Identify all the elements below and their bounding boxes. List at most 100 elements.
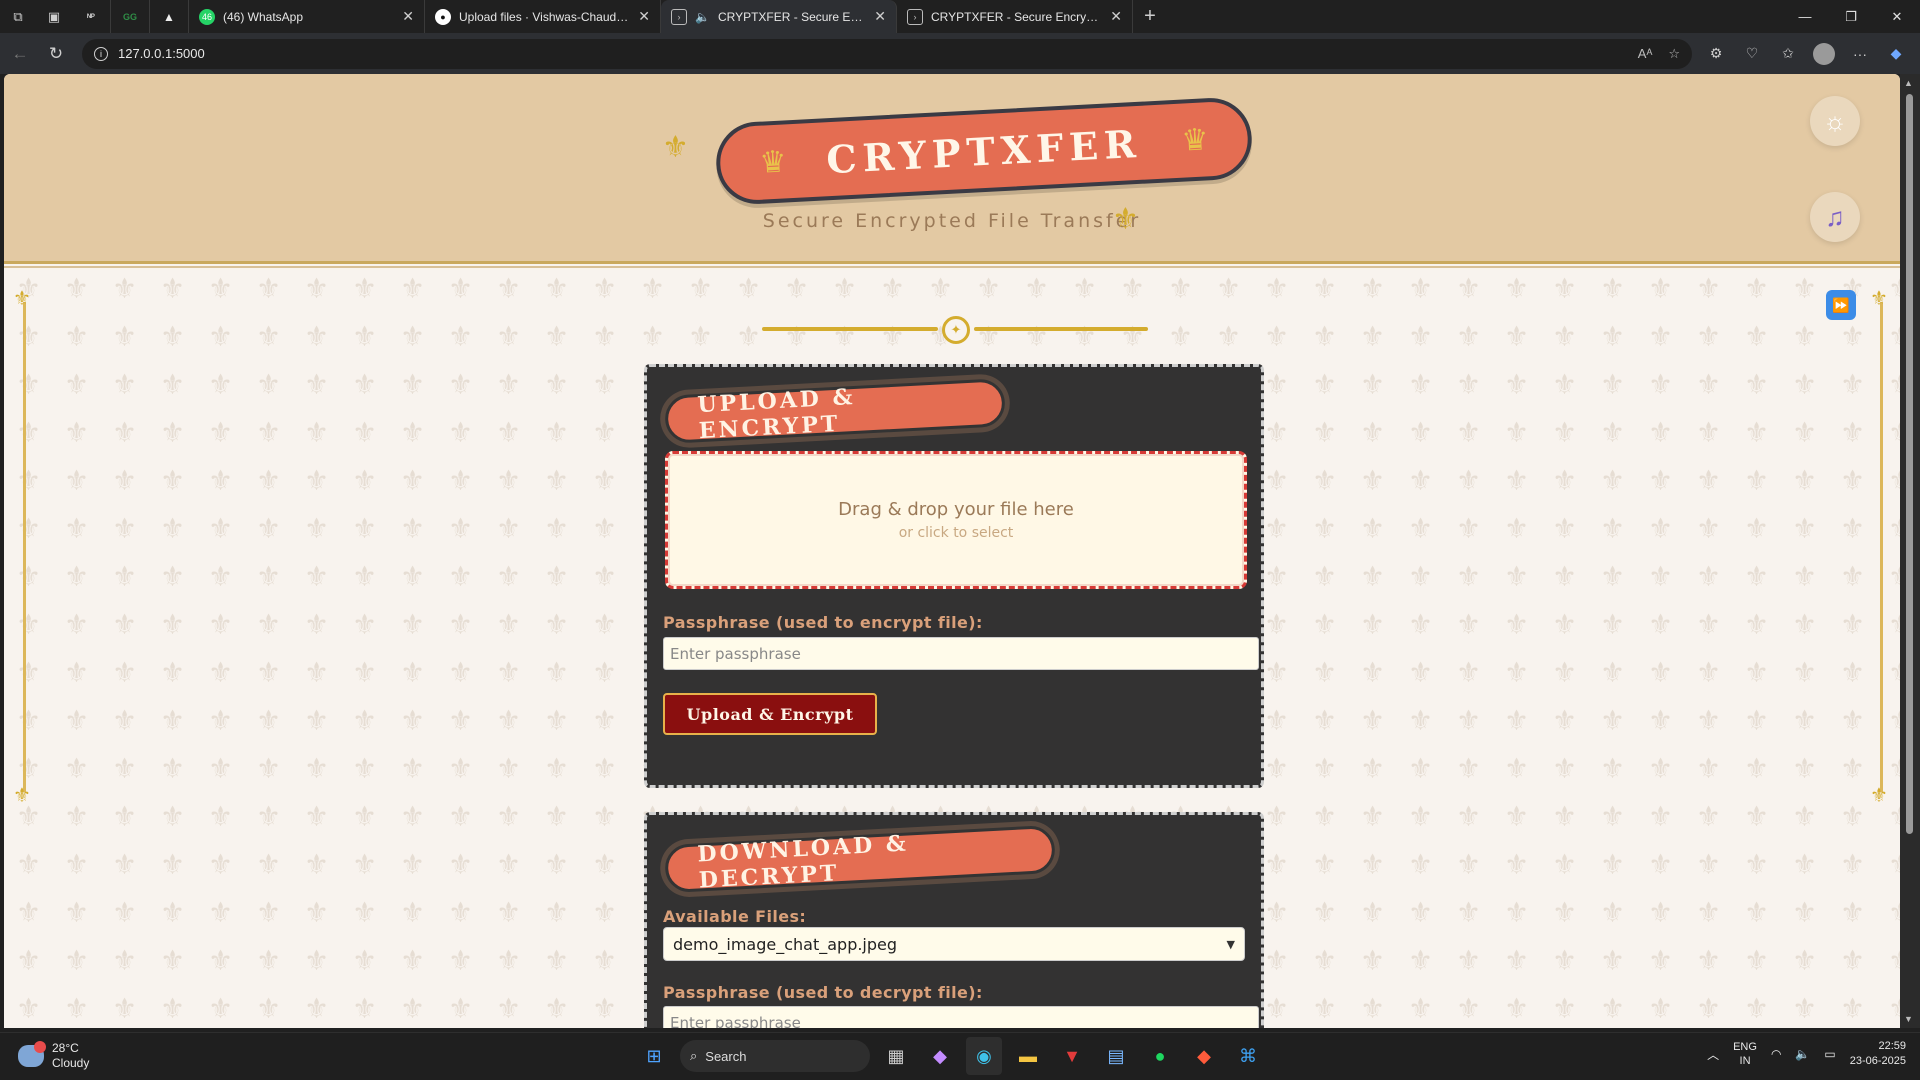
address-bar-row: ← ↻ i 127.0.0.1:5000 Aᴬ ☆ ⚙ ♡ ✩ ··· ◆ xyxy=(0,33,1920,74)
url-text: 127.0.0.1:5000 xyxy=(118,46,205,61)
file-dropzone[interactable]: Drag & drop your file here or click to s… xyxy=(665,451,1247,589)
music-toggle-icon[interactable]: ♫ xyxy=(1810,192,1860,242)
drive-icon: ▲ xyxy=(163,9,175,24)
windows-taskbar: 28°C Cloudy ⊞ ⌕ Search ▦ ◆ ◉ ▬ ▼ ▤ ● ◆ ⌘… xyxy=(0,1032,1920,1080)
fleur-de-lis-icon: ⚜ xyxy=(662,131,689,164)
card-title: UPLOAD & ENCRYPT xyxy=(696,383,857,445)
scroll-down-icon[interactable]: ▼ xyxy=(1904,1014,1913,1024)
mcafee-icon[interactable]: ▼ xyxy=(1054,1037,1090,1075)
file-explorer-icon[interactable]: ▬ xyxy=(1010,1037,1046,1075)
weather-widget[interactable]: 28°C Cloudy xyxy=(18,1041,89,1071)
page-icon: › xyxy=(907,8,923,25)
task-view-icon[interactable]: ▦ xyxy=(878,1037,914,1075)
favorites-icon[interactable]: ✩ xyxy=(1770,36,1806,72)
github-icon: ● xyxy=(435,8,451,25)
encrypt-passphrase-input[interactable] xyxy=(663,637,1259,670)
search-icon: ⌕ xyxy=(690,1048,698,1063)
reload-icon[interactable]: ↻ xyxy=(38,36,74,72)
tab-title: CRYPTXFER - Secure Encrypte xyxy=(717,9,867,24)
upload-encrypt-card: UPLOAD & ENCRYPT Drag & drop your file h… xyxy=(644,364,1264,788)
close-tab-icon[interactable]: ✕ xyxy=(402,8,414,25)
edge-browser-icon[interactable]: ◉ xyxy=(966,1037,1002,1075)
close-window-icon[interactable]: ✕ xyxy=(1874,0,1920,33)
tab-title: (46) WhatsApp xyxy=(223,9,304,24)
weather-temp: 28°C xyxy=(52,1041,79,1055)
page-viewport: ⚜ ⚜ ♛ CRYPTXFER ♛ Secure Encrypted File … xyxy=(4,74,1900,1028)
pinned-tab-gfg[interactable]: GG xyxy=(111,0,150,33)
available-files-label: Available Files: xyxy=(663,907,807,926)
site-subtitle: Secure Encrypted File Transfer xyxy=(762,210,1142,232)
chevron-up-icon[interactable]: ︿ xyxy=(1707,1046,1719,1063)
left-gold-border xyxy=(13,286,31,808)
decrypt-passphrase-label: Passphrase (used to decrypt file): xyxy=(663,983,983,1002)
speaker-icon[interactable]: 🔈 xyxy=(695,10,710,24)
download-decrypt-card: DOWNLOAD & DECRYPT Available Files: demo… xyxy=(644,812,1264,1028)
tab-title: Upload files · Vishwas-Chaudhary xyxy=(459,9,631,24)
whatsapp-icon: 46 xyxy=(199,8,215,25)
card-title-badge: UPLOAD & ENCRYPT xyxy=(663,378,1007,445)
decrypt-passphrase-input[interactable] xyxy=(663,1006,1259,1028)
close-tab-icon[interactable]: ✕ xyxy=(1110,8,1122,25)
clock[interactable]: 22:59 23-06-2025 xyxy=(1850,1039,1906,1069)
extensions-icon[interactable]: ⚙ xyxy=(1698,36,1734,72)
read-aloud-icon[interactable]: Aᴬ xyxy=(1638,46,1653,62)
dropzone-main-text: Drag & drop your file here xyxy=(838,499,1074,520)
git-app-icon[interactable]: ◆ xyxy=(1186,1037,1222,1075)
dropzone-sub-text: or click to select xyxy=(898,525,1014,541)
tab-cryptxfer-active[interactable]: › 🔈 CRYPTXFER - Secure Encrypte ✕ xyxy=(661,0,897,33)
wifi-icon[interactable]: ◠ xyxy=(1771,1047,1781,1061)
battery-icon[interactable]: ▭ xyxy=(1824,1047,1835,1061)
search-label: Search xyxy=(705,1048,747,1064)
taskbar-apps: ⊞ ⌕ Search ▦ ◆ ◉ ▬ ▼ ▤ ● ◆ ⌘ xyxy=(636,1037,1266,1075)
clock-time: 22:59 xyxy=(1878,1040,1906,1052)
file-select-dropdown[interactable]: demo_image_chat_app.jpeg ▼ xyxy=(663,927,1245,961)
tab-cryptxfer[interactable]: › CRYPTXFER - Secure Encrypted Fi ✕ xyxy=(897,0,1133,33)
copilot-icon[interactable]: ◆ xyxy=(1878,36,1914,72)
chevron-down-icon: ▼ xyxy=(1226,937,1235,951)
tab-github-upload[interactable]: ● Upload files · Vishwas-Chaudhary ✕ xyxy=(425,0,661,33)
selected-file: demo_image_chat_app.jpeg xyxy=(673,934,898,954)
more-menu-icon[interactable]: ··· xyxy=(1842,36,1878,72)
language-indicator[interactable]: ENG IN xyxy=(1733,1040,1757,1068)
back-icon[interactable]: ← xyxy=(2,36,38,72)
ornament-icon: ✦ xyxy=(942,316,970,344)
taskbar-search[interactable]: ⌕ Search xyxy=(680,1040,870,1072)
window-controls: — ❐ ✕ xyxy=(1782,0,1920,33)
right-gold-border xyxy=(1870,286,1888,808)
region-code: IN xyxy=(1739,1055,1751,1067)
close-tab-icon[interactable]: ✕ xyxy=(874,8,886,25)
card-title: DOWNLOAD & DECRYPT xyxy=(696,830,910,894)
microsoft-store-icon[interactable]: ▤ xyxy=(1098,1037,1134,1075)
system-tray: ︿ ENG IN ◠ 🔈 ▭ 22:59 23-06-2025 xyxy=(1707,1039,1906,1069)
workspaces-icon[interactable]: ⧉ xyxy=(0,0,36,33)
page-scrollbar[interactable]: ▲ ▼ xyxy=(1900,74,1920,1028)
tab-whatsapp[interactable]: 46 (46) WhatsApp ✕ xyxy=(189,0,425,33)
close-tab-icon[interactable]: ✕ xyxy=(638,8,650,25)
nptel-icon: ᴺᴾ xyxy=(87,11,95,22)
upload-encrypt-button[interactable]: Upload & Encrypt xyxy=(663,693,877,735)
theme-toggle-sun-icon[interactable]: ☼ xyxy=(1810,96,1860,146)
pinned-tab-nptel[interactable]: ᴺᴾ xyxy=(72,0,111,33)
url-field[interactable]: i 127.0.0.1:5000 Aᴬ ☆ xyxy=(82,38,1692,69)
volume-icon[interactable]: 🔈 xyxy=(1795,1047,1810,1061)
vscode-icon[interactable]: ⌘ xyxy=(1230,1037,1266,1075)
scroll-up-icon[interactable]: ▲ xyxy=(1904,78,1913,88)
site-info-icon[interactable]: i xyxy=(94,46,108,61)
encrypt-passphrase-label: Passphrase (used to encrypt file): xyxy=(663,613,983,632)
fast-forward-icon[interactable]: ⏩ xyxy=(1826,290,1856,320)
profile-avatar[interactable] xyxy=(1806,36,1842,72)
copilot-app-icon[interactable]: ◆ xyxy=(922,1037,958,1075)
windows-start-icon[interactable]: ⊞ xyxy=(636,1037,672,1075)
minimize-icon[interactable]: — xyxy=(1782,0,1828,33)
spotify-icon[interactable]: ● xyxy=(1142,1037,1178,1075)
cloudy-weather-icon xyxy=(18,1041,46,1067)
tab-actions-icon[interactable]: ▣ xyxy=(36,0,72,33)
fleur-de-lis-icon: ⚜ xyxy=(1112,203,1139,236)
restore-icon[interactable]: ❐ xyxy=(1828,0,1874,33)
scrollbar-thumb[interactable] xyxy=(1906,94,1913,834)
favorite-star-icon[interactable]: ☆ xyxy=(1668,46,1680,62)
new-tab-button[interactable]: + xyxy=(1133,5,1167,28)
pinned-tab-drive[interactable]: ▲ xyxy=(150,0,189,33)
ornamental-divider: ✦ xyxy=(762,314,1148,344)
browser-essentials-icon[interactable]: ♡ xyxy=(1734,36,1770,72)
